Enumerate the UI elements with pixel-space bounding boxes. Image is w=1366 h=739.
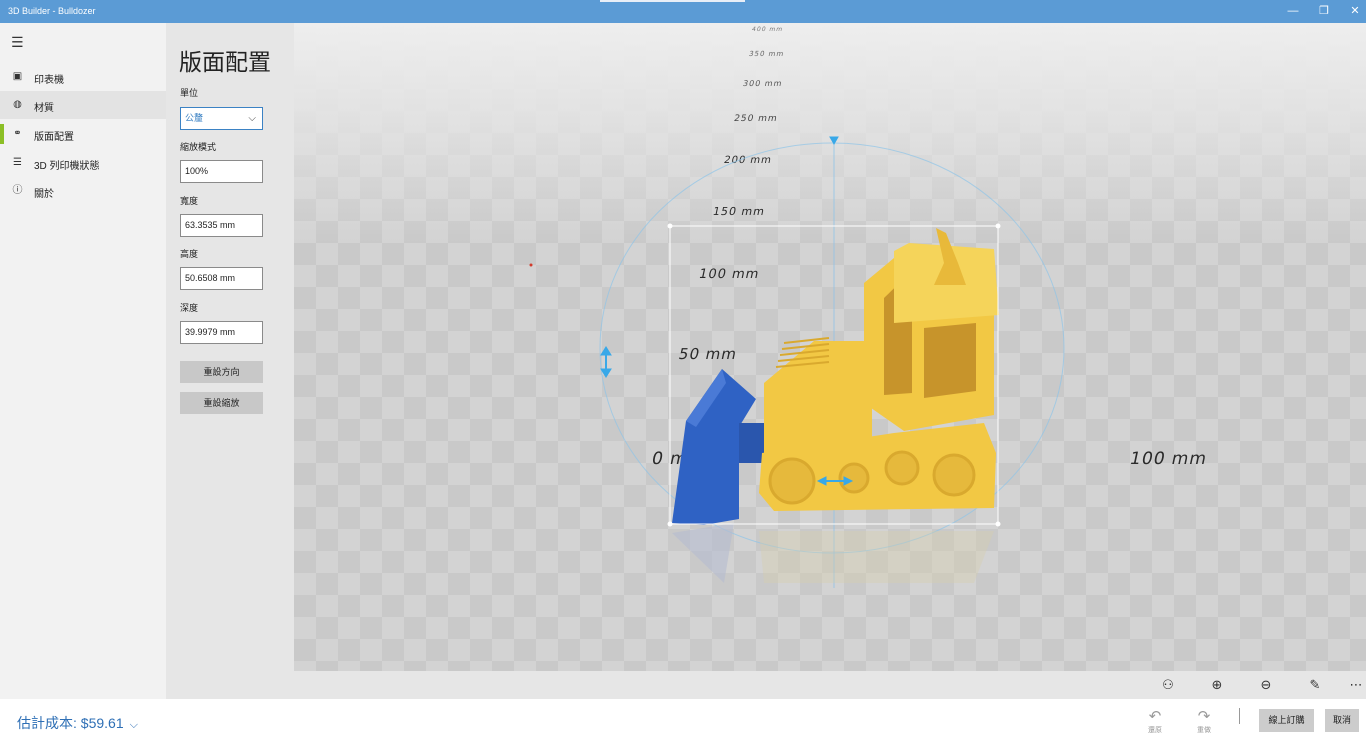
nav-item-label: 版面配置 [34, 132, 74, 143]
close-button[interactable]: ✕ [1338, 0, 1366, 23]
selection-handle[interactable] [995, 223, 1001, 229]
zoom-in-icon[interactable]: ⊕ [1208, 676, 1226, 694]
layout-settings-panel: 版面配置 單位 公釐 ⌵ 縮放模式 100% 寬度 63.3535 mm 高度 … [166, 23, 294, 699]
nav-item-material[interactable]: ◍ 材質 [0, 91, 166, 119]
scale-mode-label: 縮放模式 [180, 142, 217, 152]
undo-button[interactable]: ↶ 還原 [1140, 707, 1170, 735]
unit-select-value: 公釐 [185, 113, 204, 123]
panel-title: 版面配置 [179, 50, 271, 76]
estimated-cost-label: 估計成本: $59.61 [17, 715, 124, 731]
origin-marker [529, 263, 533, 267]
depth-label: 深度 [180, 303, 199, 313]
chevron-down-icon: ⌵ [129, 719, 138, 731]
track-wheel [768, 457, 816, 505]
nav-item-printer[interactable]: ▣ 印表機 [0, 63, 166, 91]
palette-icon: ◍ [13, 99, 22, 110]
height-label: 高度 [180, 249, 199, 259]
footer-bar: 估計成本: $59.61 ⌵ ↶ 還原 ↷ 重做 線上訂購 取消 [0, 699, 1366, 739]
list-icon: ☰ [13, 157, 22, 168]
footer-divider [1239, 708, 1240, 724]
unit-select[interactable]: 公釐 ⌵ [180, 107, 263, 130]
view-toolbar: ⚇ ⊕ ⊖ ✎ ⋯ [294, 671, 1366, 699]
3d-viewport[interactable]: 400 mm 350 mm 300 mm 250 mm 200 mm 150 m… [294, 23, 1366, 671]
reset-orientation-button[interactable]: 重設方向 [180, 361, 263, 383]
hamburger-menu-icon[interactable]: ☰ [11, 34, 24, 51]
nav-item-label: 印表機 [34, 75, 64, 86]
unit-label: 單位 [180, 88, 199, 98]
nav-item-printer-status[interactable]: ☰ 3D 列印機狀態 [0, 149, 166, 177]
nav-item-label: 關於 [34, 189, 54, 200]
selection-handle[interactable] [667, 521, 673, 527]
order-online-button[interactable]: 線上訂購 [1259, 709, 1314, 732]
model-scene [529, 136, 1065, 588]
zoom-out-icon[interactable]: ⊖ [1257, 676, 1275, 694]
left-nav: ☰ ▣ 印表機 ◍ 材質 ⚭ 版面配置 ☰ 3D 列印機狀態 ⓘ 關於 [0, 23, 166, 699]
reset-scale-button[interactable]: 重設縮放 [180, 392, 263, 414]
pen-icon[interactable]: ✎ [1306, 676, 1324, 694]
selection-handle[interactable] [667, 223, 673, 229]
redo-label: 重做 [1197, 727, 1211, 734]
nav-item-label: 材質 [34, 103, 54, 114]
maximize-button[interactable]: ❐ [1307, 0, 1341, 23]
printer-icon: ▣ [12, 71, 23, 82]
title-bar: 3D Builder - Bulldozer — ❐ ✕ [0, 0, 1366, 23]
nav-item-layout[interactable]: ⚭ 版面配置 [0, 120, 166, 148]
undo-label: 還原 [1148, 727, 1162, 734]
chevron-down-icon: ⌵ [248, 113, 256, 124]
estimated-cost-dropdown[interactable]: 估計成本: $59.61 ⌵ [17, 713, 138, 733]
info-icon: ⓘ [12, 185, 23, 196]
view-icon[interactable]: ⚇ [1159, 676, 1177, 694]
nav-item-about[interactable]: ⓘ 關於 [0, 177, 166, 205]
redo-button[interactable]: ↷ 重做 [1189, 707, 1219, 735]
window-title: 3D Builder - Bulldozer [8, 6, 96, 16]
minimize-button[interactable]: — [1276, 0, 1310, 23]
layout-icon: ⚭ [13, 128, 22, 139]
redo-icon: ↷ [1197, 708, 1211, 725]
more-icon[interactable]: ⋯ [1347, 676, 1365, 694]
title-bar-tab-hint [600, 0, 745, 2]
selected-indicator [0, 124, 4, 144]
height-input[interactable]: 50.6508 mm [180, 267, 263, 290]
depth-input[interactable]: 39.9979 mm [180, 321, 263, 344]
body-reflection [759, 531, 994, 583]
scale-input[interactable]: 100% [180, 160, 263, 183]
nav-item-label: 3D 列印機狀態 [34, 161, 100, 172]
cancel-button[interactable]: 取消 [1325, 709, 1359, 732]
blade-reflection [672, 523, 734, 583]
width-input[interactable]: 63.3535 mm [180, 214, 263, 237]
undo-icon: ↶ [1148, 708, 1162, 725]
width-label: 寬度 [180, 196, 199, 206]
selection-handle[interactable] [995, 521, 1001, 527]
